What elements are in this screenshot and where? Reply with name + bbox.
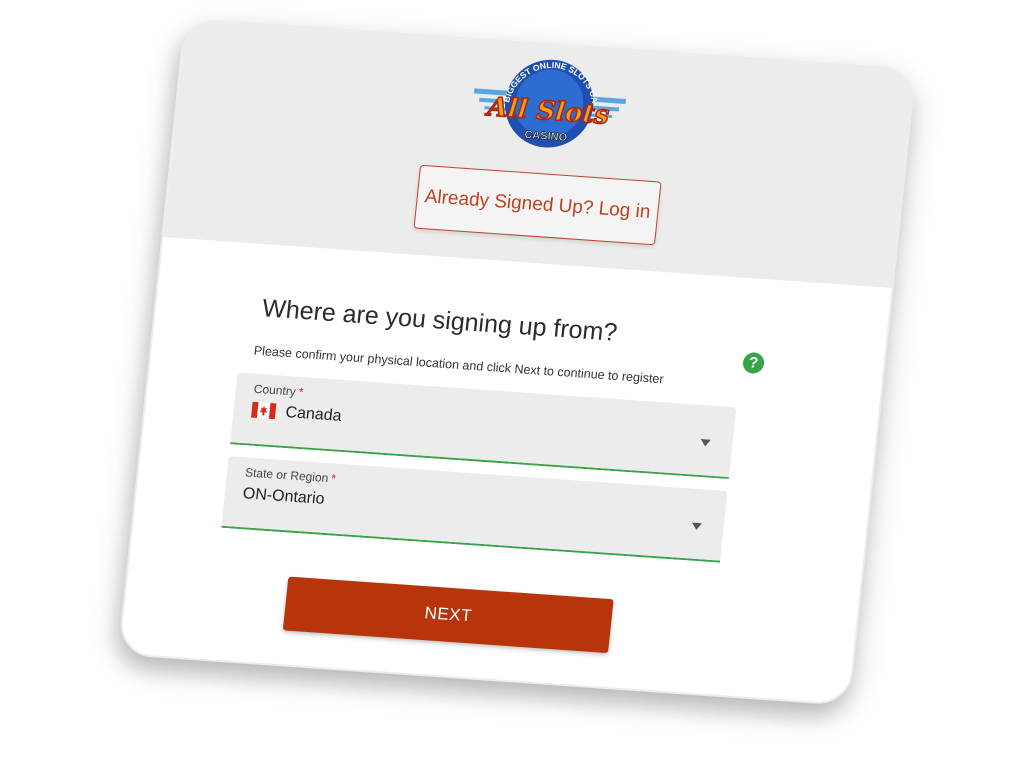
next-button[interactable]: NEXT xyxy=(282,576,614,654)
required-mark: * xyxy=(330,471,337,486)
signup-card: BIGGEST ONLINE SLOTS CASINO All Slots CA… xyxy=(117,17,917,707)
stage: BIGGEST ONLINE SLOTS CASINO All Slots CA… xyxy=(0,0,1024,768)
help-icon[interactable]: ? xyxy=(741,351,766,375)
page-title: Where are you signing up from? xyxy=(260,294,619,347)
required-mark: * xyxy=(298,384,305,400)
help-glyph: ? xyxy=(748,354,760,372)
region-label-text: State or Region xyxy=(244,465,330,486)
region-label: State or Region * xyxy=(244,465,336,485)
chevron-down-icon[interactable] xyxy=(700,439,711,447)
chevron-down-icon[interactable] xyxy=(691,522,703,531)
canada-flag-icon xyxy=(250,401,277,420)
country-label-text: Country xyxy=(253,381,297,399)
next-button-label: NEXT xyxy=(423,603,473,626)
casino-logo: BIGGEST ONLINE SLOTS CASINO All Slots CA… xyxy=(466,48,627,148)
country-value: Canada xyxy=(284,404,343,425)
country-label: Country * xyxy=(253,382,304,399)
login-button-label: Already Signed Up? Log in xyxy=(423,186,652,223)
region-value: ON-Ontario xyxy=(242,485,326,508)
